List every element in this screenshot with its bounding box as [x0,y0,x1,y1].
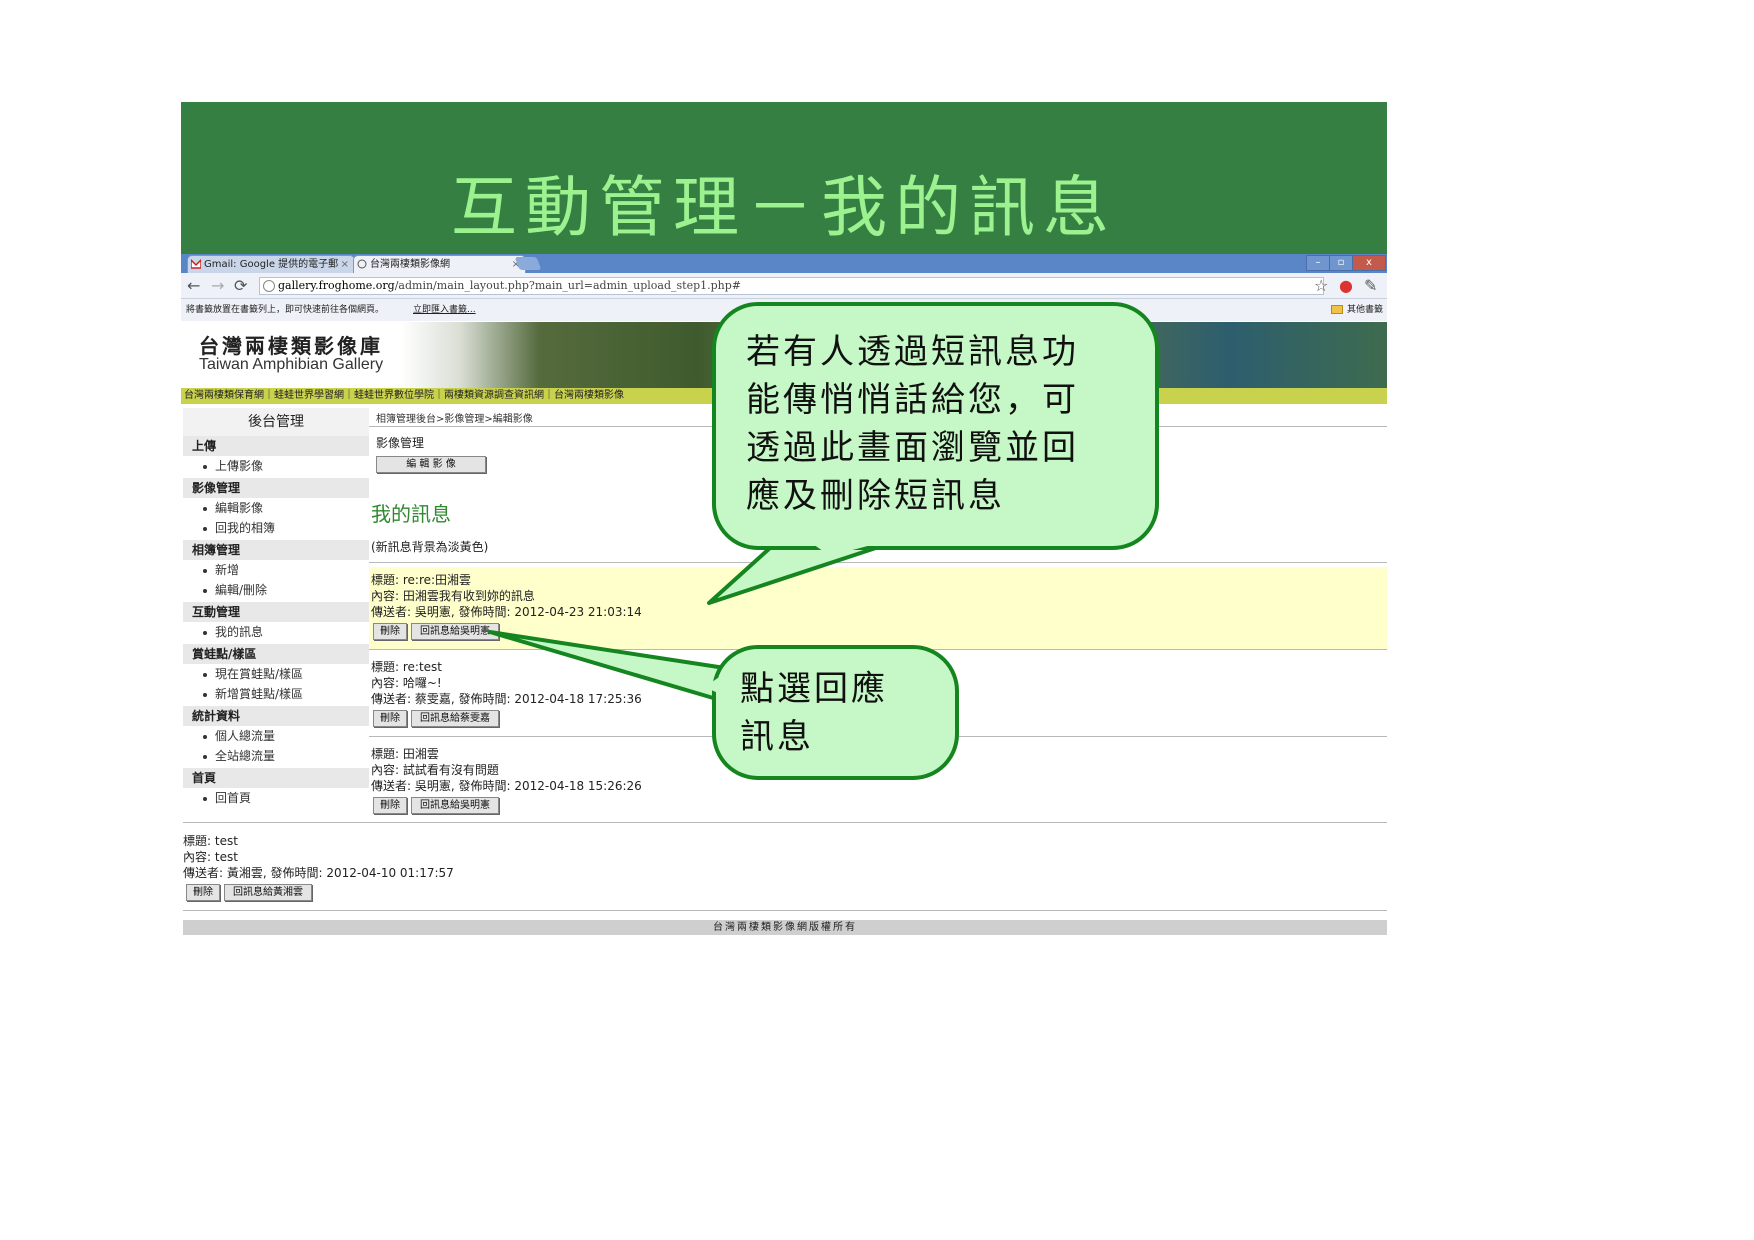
callout-joints [705,535,890,695]
bottom-tail-joint [705,675,722,695]
top-tail-joint [800,535,890,556]
